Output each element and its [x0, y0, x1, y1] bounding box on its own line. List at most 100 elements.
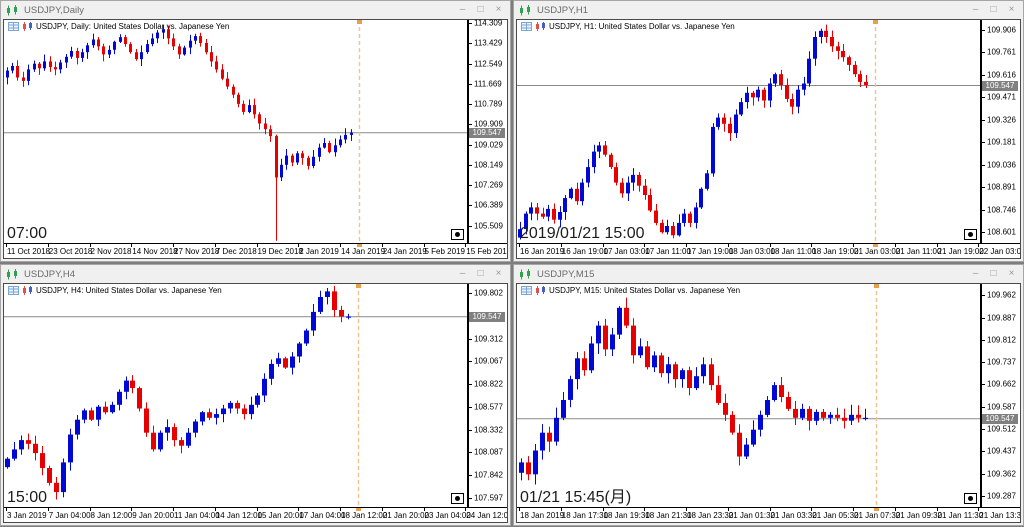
candle-body: [332, 291, 337, 310]
price-tick-label: 112.549: [474, 59, 502, 68]
candle-body: [186, 433, 191, 446]
close-button[interactable]: ×: [1004, 267, 1019, 281]
candle-body: [643, 186, 647, 195]
candle-body: [135, 52, 138, 59]
candle-body: [730, 415, 735, 433]
minimize-button[interactable]: –: [455, 267, 470, 281]
candle-body: [262, 379, 267, 396]
vline-top-marker[interactable]: [356, 284, 361, 288]
time-annotation: 2019/01/21 15:00: [520, 225, 645, 243]
candle-body: [6, 71, 9, 78]
minimize-button[interactable]: –: [968, 3, 983, 17]
candle-body: [172, 38, 175, 46]
time-tick-label: 14 Jan 2019: [341, 247, 385, 256]
candle-body: [688, 214, 692, 223]
candlestick-canvas[interactable]: [517, 284, 980, 507]
price-axis[interactable]: 109.547 109.962109.887109.812109.737109.…: [982, 284, 1020, 508]
price-tick-label: 108.746: [987, 205, 1016, 214]
price-axis[interactable]: 109.547 114.309113.429112.549111.669110.…: [469, 20, 507, 244]
time-axis[interactable]: 16 Jan 201916 Jan 19:0017 Jan 03:0017 Ja…: [517, 244, 1020, 258]
maximize-button[interactable]: □: [473, 3, 488, 17]
time-tick-label: 18 Jan 21:30: [645, 511, 691, 520]
scroll-to-end-button[interactable]: [964, 493, 977, 504]
candle-body: [312, 157, 315, 166]
time-tick-label: 18 Jan 23:30: [687, 511, 733, 520]
scroll-to-end-button[interactable]: [964, 229, 977, 240]
chart-area: USDJPY, Daily: United States Dollar vs. …: [3, 19, 508, 259]
vline-top-marker[interactable]: [357, 20, 362, 24]
time-tick-label: 21 Jan 19:00: [938, 247, 984, 256]
price-tick-label: 114.309: [474, 19, 502, 28]
candle-body: [596, 326, 601, 344]
time-axis[interactable]: 11 Oct 201823 Oct 20182 Nov 201814 Nov 2…: [4, 244, 507, 258]
price-tick-label: 108.891: [987, 183, 1016, 192]
scroll-to-end-button[interactable]: [451, 493, 464, 504]
window-titlebar[interactable]: USDJPY,H4 – □ ×: [1, 265, 510, 283]
candle-body: [301, 153, 304, 158]
price-axis[interactable]: 109.547 109.802109.312109.067108.822108.…: [469, 284, 507, 508]
candle-body: [86, 45, 89, 52]
quote-table-icon: [521, 22, 532, 31]
candle-body: [609, 155, 613, 167]
time-tick-label: 5 Feb 2019: [425, 247, 465, 256]
time-tick-label: 21 Jan 03:00: [854, 247, 900, 256]
plot-h1[interactable]: USDJPY, H1: United States Dollar vs. Jap…: [517, 20, 982, 244]
window-titlebar[interactable]: USDJPY,H1 – □ ×: [514, 1, 1023, 19]
vline-top-marker[interactable]: [873, 20, 878, 24]
price-tick-label: 107.842: [474, 471, 503, 480]
maximize-button[interactable]: □: [473, 267, 488, 281]
chart-window-h1: USDJPY,H1 – □ × USDJPY, H1: United State…: [513, 0, 1024, 262]
plot-daily[interactable]: USDJPY, Daily: United States Dollar vs. …: [4, 20, 469, 244]
close-button[interactable]: ×: [491, 267, 506, 281]
candle-body: [824, 31, 828, 37]
candles-icon: [535, 286, 546, 295]
price-tick-mark: [469, 407, 472, 408]
candle-body: [529, 207, 533, 213]
time-axis[interactable]: 3 Jan 20197 Jan 04:008 Jan 12:009 Jan 20…: [4, 508, 507, 522]
chart-window-daily: USDJPY,Daily – □ × USDJPY, Daily: United…: [0, 0, 511, 262]
maximize-button[interactable]: □: [986, 3, 1001, 17]
candlestick-canvas[interactable]: [517, 20, 980, 243]
candle-body: [620, 183, 624, 194]
time-tick-label: 16 Jan 19:00: [562, 247, 608, 256]
time-tick-label: 24 Jan 12:00: [466, 511, 507, 520]
price-tick-label: 109.616: [987, 70, 1016, 79]
time-axis[interactable]: 18 Jan 201918 Jan 17:3018 Jan 19:3018 Ja…: [517, 508, 1020, 522]
price-axis[interactable]: 109.547 109.906109.761109.616109.471109.…: [982, 20, 1020, 244]
time-annotation: 15:00: [7, 489, 47, 507]
close-button[interactable]: ×: [491, 3, 506, 17]
price-tick-mark: [469, 339, 472, 340]
candlestick-canvas[interactable]: [4, 20, 467, 243]
minimize-button[interactable]: –: [968, 267, 983, 281]
candle-body: [645, 346, 650, 367]
plot-m15[interactable]: USDJPY, M15: United States Dollar vs. Ja…: [517, 284, 982, 508]
candlestick-canvas[interactable]: [4, 284, 467, 507]
plot-h4[interactable]: USDJPY, H4: United States Dollar vs. Jap…: [4, 284, 469, 508]
candle-body: [614, 167, 618, 183]
vline-bottom-marker[interactable]: [356, 508, 361, 511]
vline-bottom-marker[interactable]: [357, 244, 362, 247]
vline-bottom-marker[interactable]: [873, 244, 878, 247]
candle-body: [841, 51, 845, 57]
time-tick-label: 18 Jan 03:00: [729, 247, 775, 256]
candle-body: [200, 412, 205, 421]
candle-body: [81, 52, 84, 58]
candle-body: [285, 156, 288, 165]
scroll-to-end-button[interactable]: [451, 229, 464, 240]
candle-body: [853, 65, 857, 74]
price-tick-label: 108.149: [474, 160, 503, 169]
price-tick-mark: [469, 205, 472, 206]
maximize-button[interactable]: □: [986, 267, 1001, 281]
candle-body: [89, 410, 94, 419]
price-tick-label: 109.906: [987, 25, 1016, 34]
vline-bottom-marker[interactable]: [874, 508, 879, 511]
minimize-button[interactable]: –: [455, 3, 470, 17]
price-tick-mark: [469, 226, 472, 227]
time-tick-label: 15 Jan 20:00: [258, 511, 304, 520]
vline-top-marker[interactable]: [874, 284, 879, 288]
window-titlebar[interactable]: USDJPY,M15 – □ ×: [514, 265, 1023, 283]
window-titlebar[interactable]: USDJPY,Daily – □ ×: [1, 1, 510, 19]
candle-body: [660, 223, 664, 232]
close-button[interactable]: ×: [1004, 3, 1019, 17]
candle-body: [680, 370, 685, 379]
